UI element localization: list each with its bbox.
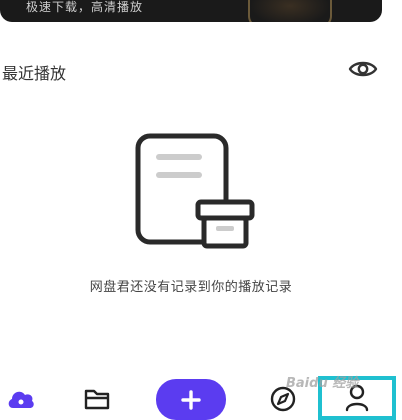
banner-text: 极速下载，高清播放 [26,0,144,14]
bottom-nav [0,372,402,420]
compass-icon [270,386,296,412]
nav-discover[interactable] [268,384,298,414]
recent-play-title: 最近播放 [2,64,67,83]
empty-state-message: 网盘君还没有记录到你的播放记录 [89,280,293,295]
eye-icon[interactable] [348,56,378,82]
add-button[interactable] [156,379,226,420]
folder-icon [84,389,110,410]
nav-profile[interactable] [318,376,396,420]
banner-graphic [248,0,332,22]
nav-files[interactable] [82,384,112,414]
promo-banner[interactable]: 极速下载，高清播放 [0,0,382,22]
user-icon [345,384,369,412]
app-screen: 极速下载，高清播放 最近播放 网盘君还没有记录到你的播放记录 Baidu 经验 [0,0,402,420]
cloud-icon [8,391,34,408]
document-box-icon [132,132,256,252]
plus-icon [181,389,201,410]
nav-home[interactable] [6,384,36,414]
